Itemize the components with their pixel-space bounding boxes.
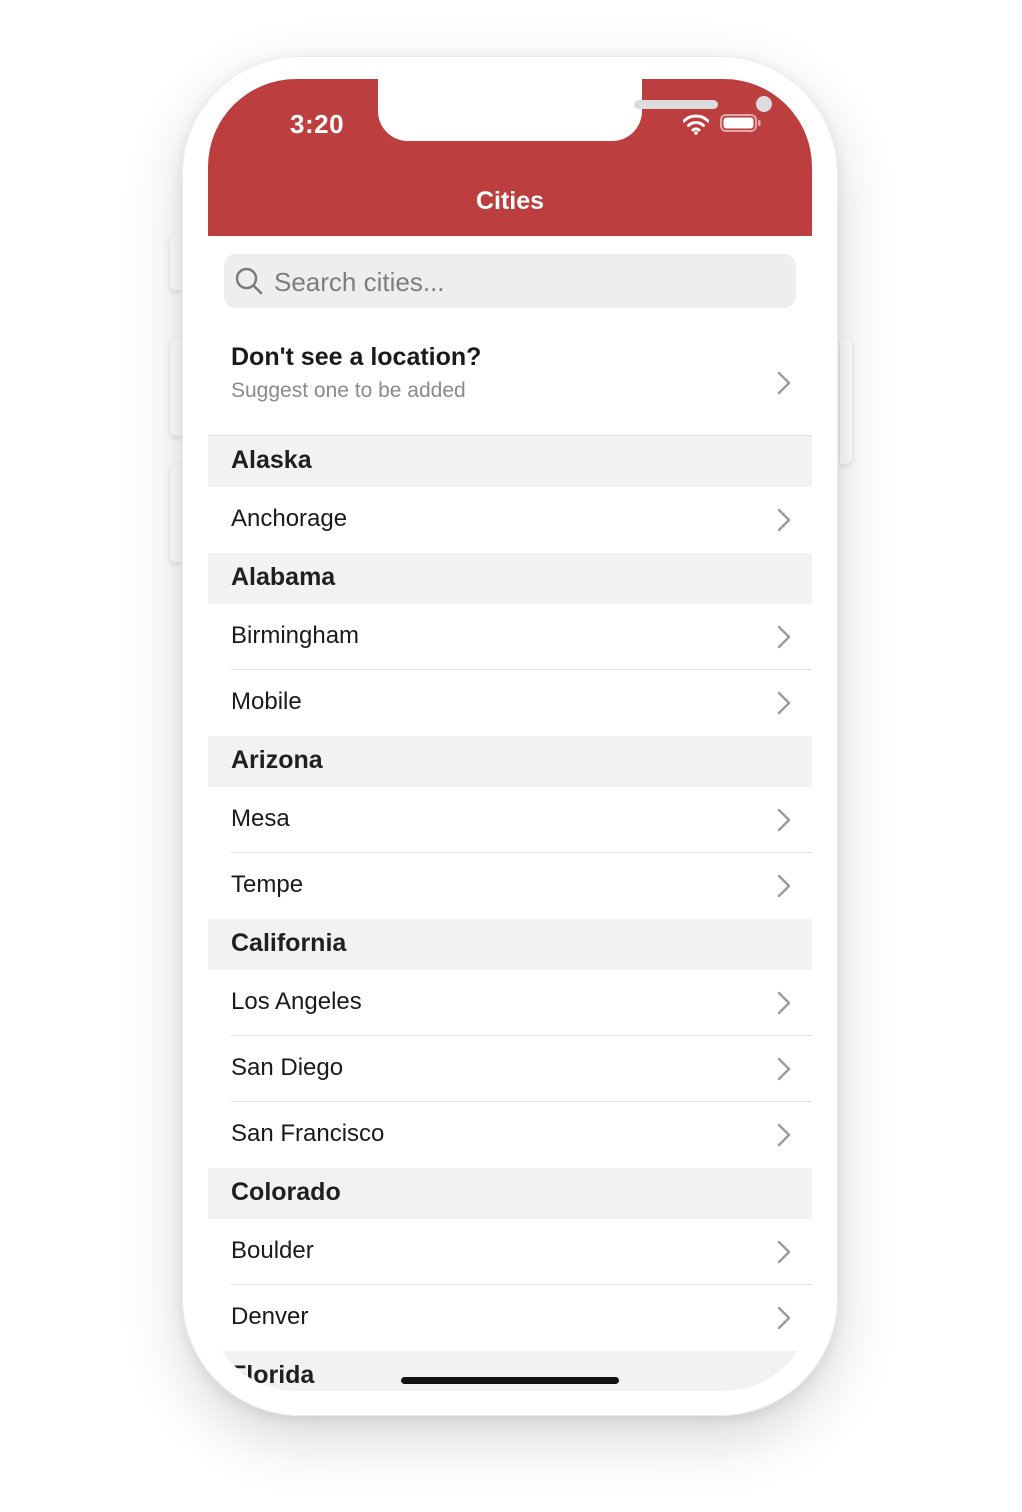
chevron-right-icon <box>777 874 791 898</box>
city-label: Los Angeles <box>231 988 362 1015</box>
city-label: San Francisco <box>231 1120 385 1147</box>
screen: 3:20 Cities Don't see a location? Sugges… <box>208 79 812 1391</box>
section-header-alabama: Alabama <box>208 553 812 604</box>
city-row-mesa[interactable]: Mesa <box>208 787 812 853</box>
suggest-title: Don't see a location? <box>231 343 482 371</box>
chevron-right-icon <box>777 625 791 649</box>
home-indicator[interactable] <box>401 1377 619 1384</box>
chevron-right-icon <box>777 1240 791 1264</box>
section-title: Colorado <box>231 1178 341 1206</box>
city-label: San Diego <box>231 1054 344 1081</box>
city-row-mobile[interactable]: Mobile <box>208 670 812 736</box>
suggest-location-row[interactable]: Don't see a location? Suggest one to be … <box>208 331 812 436</box>
city-row-anchorage[interactable]: Anchorage <box>208 487 812 553</box>
section-header-california: California <box>208 919 812 970</box>
section-title: Florida <box>231 1361 315 1389</box>
volume-down-button <box>170 464 182 562</box>
city-label: Denver <box>231 1303 309 1330</box>
chevron-right-icon <box>777 808 791 832</box>
front-camera <box>756 96 772 112</box>
page-title: Cities <box>475 187 545 215</box>
search-input[interactable] <box>272 254 776 310</box>
city-row-boulder[interactable]: Boulder <box>208 1219 812 1285</box>
speaker-grille <box>634 100 718 109</box>
chevron-right-icon <box>777 1123 791 1147</box>
ringer-switch <box>170 236 182 290</box>
chevron-right-icon <box>777 991 791 1015</box>
battery-icon <box>720 114 761 132</box>
section-header-arizona: Arizona <box>208 736 812 787</box>
status-time: 3:20 <box>290 109 345 139</box>
cities-list: Alaska Anchorage Alabama Birmingham Mobi… <box>208 436 812 1391</box>
city-row-birmingham[interactable]: Birmingham <box>208 604 812 670</box>
city-label: Mesa <box>231 805 290 832</box>
city-row-tempe[interactable]: Tempe <box>208 853 812 919</box>
section-title: Arizona <box>231 746 323 774</box>
city-label: Anchorage <box>231 505 348 532</box>
city-label: Birmingham <box>231 622 360 649</box>
city-row-los-angeles[interactable]: Los Angeles <box>208 970 812 1036</box>
power-button <box>840 338 852 464</box>
section-header-alaska: Alaska <box>208 436 812 487</box>
chevron-right-icon <box>777 508 791 532</box>
city-label: Boulder <box>231 1237 314 1264</box>
suggest-subtitle: Suggest one to be added <box>231 379 466 402</box>
city-row-san-diego[interactable]: San Diego <box>208 1036 812 1102</box>
chevron-right-icon <box>777 371 791 395</box>
city-label: Tempe <box>231 871 304 898</box>
search-bar[interactable] <box>224 254 796 310</box>
city-row-san-francisco[interactable]: San Francisco <box>208 1102 812 1168</box>
wifi-icon <box>683 114 709 135</box>
section-header-florida: Florida <box>208 1351 812 1391</box>
chevron-right-icon <box>777 1057 791 1081</box>
city-row-denver[interactable]: Denver <box>208 1285 812 1351</box>
chevron-right-icon <box>777 691 791 715</box>
section-header-colorado: Colorado <box>208 1168 812 1219</box>
volume-up-button <box>170 338 182 436</box>
device-notch <box>378 79 772 141</box>
search-icon <box>235 267 263 295</box>
section-title: Alabama <box>231 563 336 591</box>
section-title: California <box>231 929 347 957</box>
city-label: Mobile <box>231 688 302 715</box>
section-title: Alaska <box>231 446 312 474</box>
chevron-right-icon <box>777 1306 791 1330</box>
